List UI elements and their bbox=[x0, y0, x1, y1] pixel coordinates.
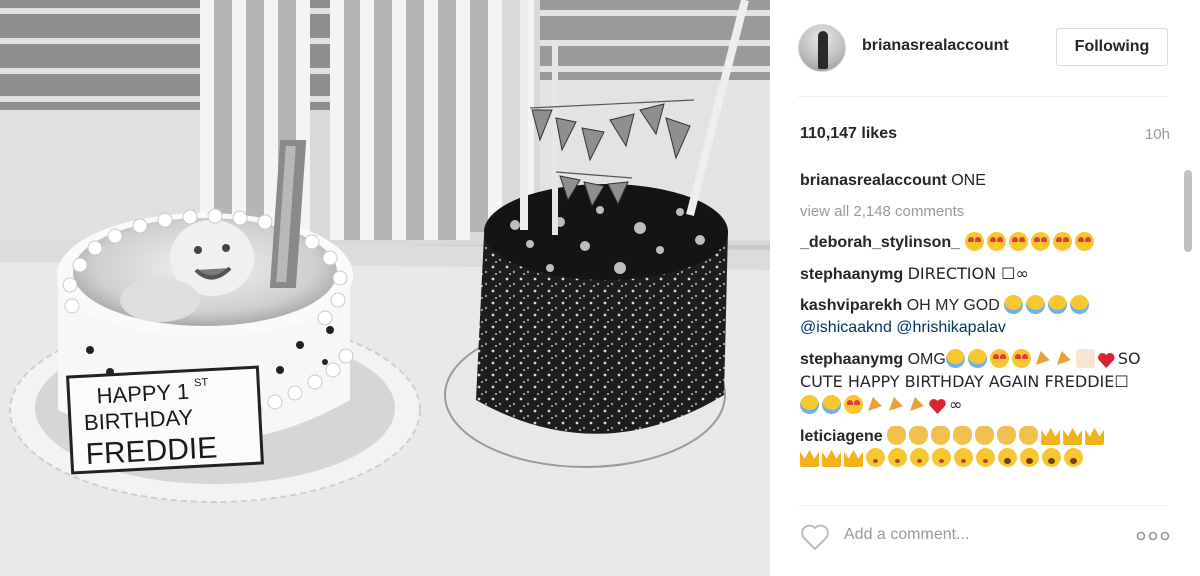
crown-icon bbox=[844, 449, 863, 467]
heart-eyes-emoji-icon bbox=[964, 232, 984, 251]
comment-footer bbox=[770, 505, 1200, 576]
following-button[interactable]: Following bbox=[1056, 28, 1168, 66]
list-item: stephaanymg DIRECTION ☐∞ bbox=[800, 263, 1170, 286]
party-popper-icon bbox=[1055, 349, 1073, 368]
comments-fade bbox=[770, 470, 1200, 492]
heart-eyes-emoji-icon bbox=[1008, 232, 1028, 251]
post-header: brianasrealaccount Following bbox=[770, 0, 1200, 96]
heart-eyes-emoji-icon bbox=[1074, 232, 1094, 251]
clapping-hands-icon bbox=[997, 426, 1017, 445]
crown-icon bbox=[1085, 427, 1105, 445]
comment-user[interactable]: kashviparekh bbox=[800, 297, 902, 314]
post-photo[interactable]: HAPPY 1 ST BIRTHDAY FREDDIE bbox=[0, 0, 770, 576]
surprised-face-icon bbox=[998, 448, 1017, 467]
party-popper-icon bbox=[908, 395, 926, 414]
heart-eyes-emoji-icon bbox=[989, 349, 1009, 368]
birthday-cakes-photo: HAPPY 1 ST BIRTHDAY FREDDIE bbox=[0, 0, 770, 576]
crying-emoji-icon bbox=[1048, 295, 1068, 314]
heart-eyes-emoji-icon bbox=[1030, 232, 1050, 251]
red-heart-icon bbox=[1098, 352, 1115, 368]
sign-line-1: HAPPY 1 bbox=[96, 379, 190, 409]
crown-icon bbox=[1041, 427, 1061, 445]
sign-line-3: FREDDIE bbox=[85, 431, 218, 471]
username-link[interactable]: brianasrealaccount bbox=[862, 37, 1009, 55]
crying-emoji-icon bbox=[1004, 295, 1024, 314]
comment-text: ONE bbox=[951, 172, 986, 189]
add-comment-input[interactable] bbox=[844, 519, 1124, 551]
comment-user[interactable]: _deborah_stylinson_ bbox=[800, 234, 960, 251]
comment-user[interactable]: stephaanymg bbox=[800, 351, 903, 368]
crying-emoji-icon bbox=[822, 395, 841, 414]
comment-text-tail: ∞ bbox=[949, 395, 963, 414]
kissing-face-icon bbox=[932, 448, 951, 467]
comments-scrollbar[interactable] bbox=[1184, 170, 1192, 252]
clapping-hands-icon bbox=[931, 426, 951, 445]
heart-eyes-emoji-icon bbox=[1011, 349, 1031, 368]
post-sidebar: brianasrealaccount Following 110,147 lik… bbox=[770, 0, 1200, 576]
more-options-icon[interactable] bbox=[1136, 531, 1170, 541]
clapping-hands-icon bbox=[975, 426, 995, 445]
kissing-face-icon bbox=[910, 448, 929, 467]
comments-list: brianasrealaccount ONE view all 2,148 co… bbox=[800, 170, 1170, 490]
comment-text: OMG bbox=[907, 351, 946, 368]
kissing-face-icon bbox=[888, 448, 907, 467]
sign-superscript: ST bbox=[194, 377, 209, 390]
post-age[interactable]: 10h bbox=[1145, 126, 1170, 143]
comment-text: DIRECTION ☐∞ bbox=[907, 264, 1029, 283]
party-popper-icon bbox=[1034, 349, 1052, 368]
red-heart-icon bbox=[929, 398, 946, 414]
list-item: leticiagene bbox=[800, 426, 1170, 470]
surprised-face-icon bbox=[1020, 448, 1039, 467]
heart-outline-icon[interactable] bbox=[800, 523, 830, 551]
heart-eyes-emoji-row bbox=[964, 232, 1097, 251]
list-item: kashviparekh OH MY GOD @ishicaaknd @hris… bbox=[800, 295, 1170, 339]
clapping-hands-icon bbox=[887, 426, 907, 445]
kissing-face-icon bbox=[866, 448, 885, 467]
surprised-face-icon bbox=[1064, 448, 1083, 467]
crying-emoji-icon bbox=[1026, 295, 1046, 314]
kissing-face-icon bbox=[976, 448, 995, 467]
view-all-comments-link[interactable]: view all 2,148 comments bbox=[800, 201, 1170, 223]
birthday-sign: HAPPY 1 ST BIRTHDAY FREDDIE bbox=[66, 365, 264, 475]
avatar[interactable] bbox=[798, 24, 846, 72]
crown-icon bbox=[822, 449, 841, 467]
comment-user[interactable]: stephaanymg bbox=[800, 266, 903, 283]
surprised-face-icon bbox=[1042, 448, 1061, 467]
heart-eyes-emoji-icon bbox=[986, 232, 1006, 251]
header-divider bbox=[798, 96, 1168, 97]
comment-user[interactable]: brianasrealaccount bbox=[800, 172, 947, 189]
clapping-hands-icon bbox=[953, 426, 973, 445]
crying-emoji-icon bbox=[945, 349, 965, 368]
likes-count[interactable]: 110,147 likes bbox=[800, 125, 897, 143]
birthday-cake-icon bbox=[1075, 349, 1095, 368]
caption: brianasrealaccount ONE bbox=[800, 170, 1170, 192]
heart-eyes-emoji-icon bbox=[1052, 232, 1072, 251]
clapping-hands-icon bbox=[909, 426, 929, 445]
list-item: _deborah_stylinson_ bbox=[800, 232, 1170, 254]
crown-icon bbox=[1063, 427, 1083, 445]
party-popper-icon bbox=[887, 395, 905, 414]
mention-links[interactable]: @ishicaaknd @hrishikapalav bbox=[800, 317, 1170, 339]
list-item: stephaanymg OMG SO CUTE HAPPY BIRTHDAY AG… bbox=[800, 348, 1170, 417]
comment-user[interactable]: leticiagene bbox=[800, 428, 883, 445]
crying-emoji-icon bbox=[800, 395, 819, 414]
party-popper-icon bbox=[866, 395, 884, 414]
comment-text: OH MY GOD bbox=[906, 297, 1000, 314]
heart-eyes-emoji-icon bbox=[844, 395, 863, 414]
crown-icon bbox=[800, 449, 819, 467]
crying-emoji-icon bbox=[1070, 295, 1090, 314]
clapping-hands-icon bbox=[1019, 426, 1039, 445]
kissing-face-icon bbox=[954, 448, 973, 467]
crying-emoji-icon bbox=[967, 349, 987, 368]
